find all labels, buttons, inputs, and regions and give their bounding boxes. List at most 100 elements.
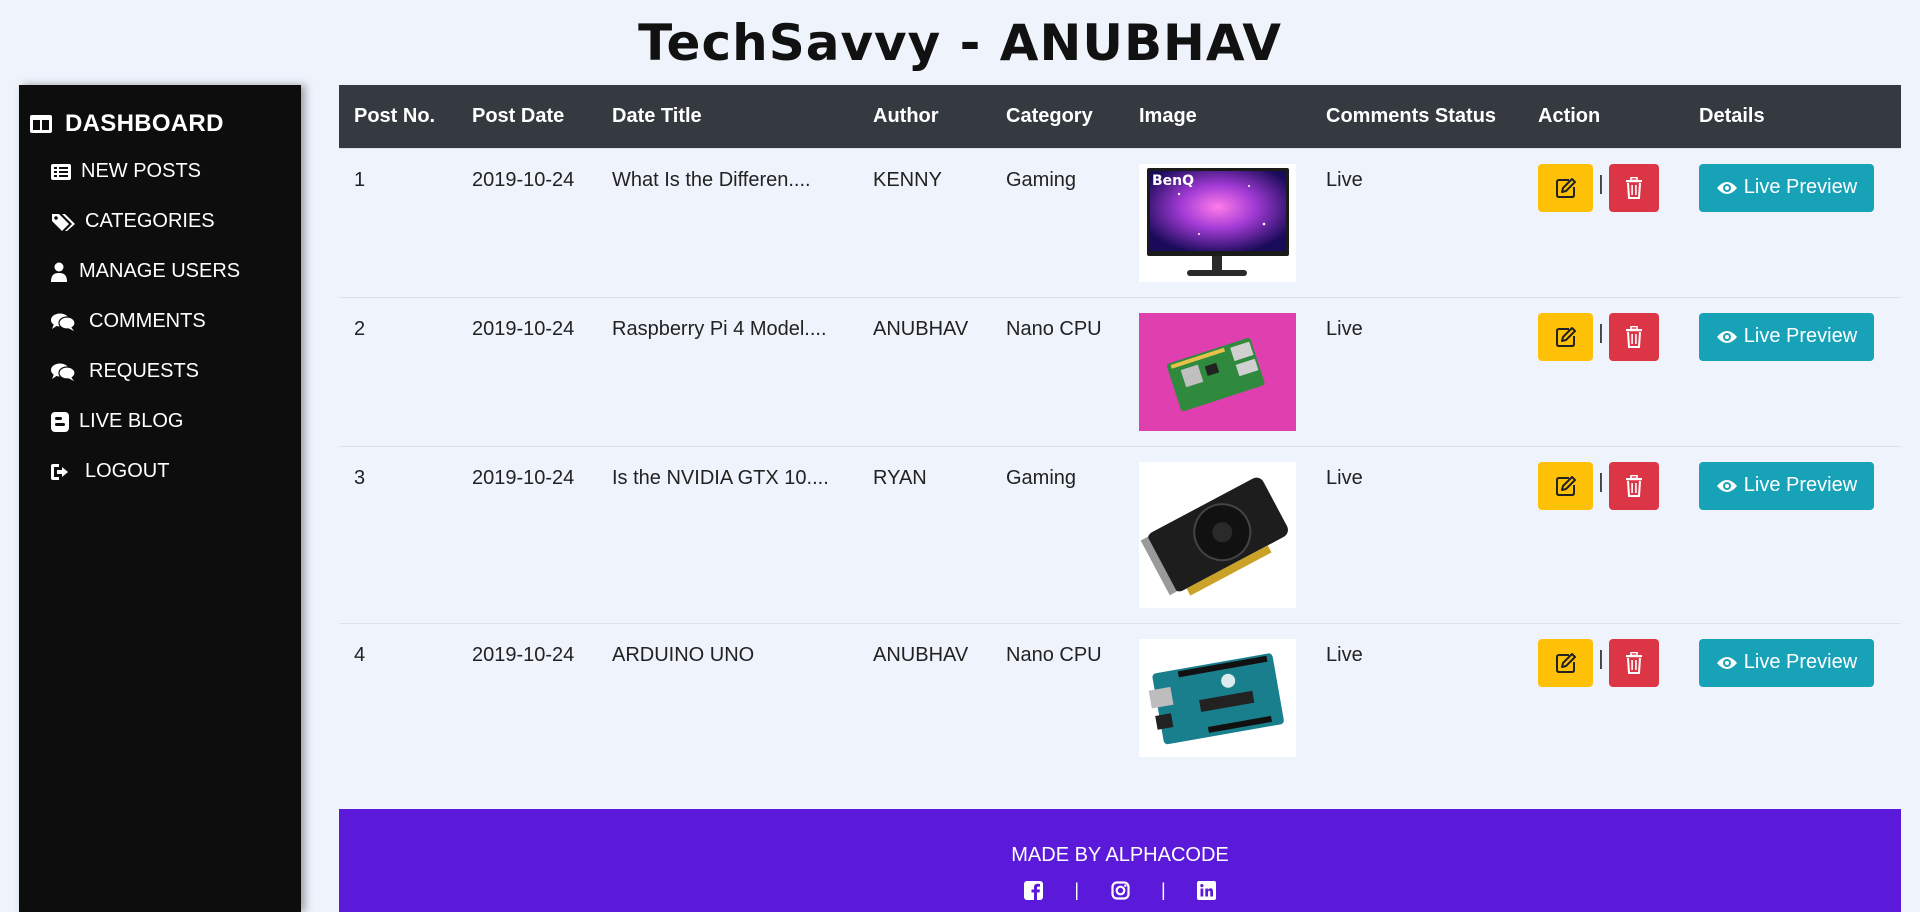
edit-icon: [1555, 652, 1576, 673]
post-category: Nano CPU: [991, 296, 1124, 446]
table-row: 4 2019-10-24 ARDUINO UNO ANUBHAV Nano CP…: [339, 622, 1901, 772]
post-title: ARDUINO UNO: [597, 622, 858, 772]
post-date: 2019-10-24: [457, 622, 597, 772]
post-number: 3: [339, 445, 457, 623]
tags-icon: [51, 211, 81, 233]
edit-button[interactable]: [1538, 163, 1593, 212]
footer-credit: MADE BY ALPHACODE: [1011, 844, 1229, 866]
table-header-row: Post No. Post Date Date Title Author Cat…: [339, 85, 1901, 148]
sidebar-item-label: LIVE BLOG: [79, 410, 184, 432]
eye-icon: [1716, 181, 1737, 194]
instagram-icon[interactable]: [1109, 879, 1131, 901]
table-row: 2 2019-10-24 Raspberry Pi 4 Model.... AN…: [339, 296, 1901, 446]
post-number: 1: [339, 147, 457, 297]
post-number: 4: [339, 622, 457, 772]
facebook-icon[interactable]: [1022, 879, 1044, 901]
sidebar-item-label: NEW POSTS: [81, 160, 202, 182]
live-preview-button[interactable]: Live Preview: [1699, 638, 1874, 687]
post-image-cell: [1124, 296, 1311, 446]
comments-status: Live: [1311, 622, 1523, 772]
actions-cell: |: [1523, 622, 1684, 772]
post-author: KENNY: [858, 147, 991, 297]
action-separator: |: [1598, 321, 1604, 344]
comments-icon: [51, 311, 85, 333]
live-preview-button[interactable]: Live Preview: [1699, 461, 1874, 510]
user-icon: [51, 261, 75, 283]
column-header: Comments Status: [1326, 104, 1497, 127]
delete-button[interactable]: [1609, 638, 1659, 687]
column-header: Image: [1139, 104, 1197, 127]
column-header: Details: [1699, 104, 1765, 127]
delete-button[interactable]: [1609, 312, 1659, 361]
eye-icon: [1716, 479, 1737, 492]
column-header: Date Title: [612, 104, 702, 127]
column-header: Category: [1006, 104, 1093, 127]
edit-icon: [1555, 177, 1576, 198]
live-preview-button[interactable]: Live Preview: [1699, 312, 1874, 361]
post-image-cell: [1124, 622, 1311, 772]
comments-status: Live: [1311, 147, 1523, 297]
trash-icon: [1626, 176, 1642, 199]
post-category: Nano CPU: [991, 622, 1124, 772]
sidebar-item-label: REQUESTS: [89, 360, 200, 382]
live-preview-label: Live Preview: [1743, 474, 1858, 496]
sidebar: DASHBOARD NEW POSTS CATEGORIES MANAGE US…: [19, 85, 301, 912]
footer: MADE BY ALPHACODE | |: [339, 809, 1901, 912]
details-cell: Live Preview: [1684, 445, 1901, 623]
post-image-cell: [1124, 445, 1311, 623]
details-cell: Live Preview: [1684, 296, 1901, 446]
sidebar-item-live-blog[interactable]: LIVE BLOG: [51, 410, 184, 433]
post-number: 2: [339, 296, 457, 446]
post-author: ANUBHAV: [858, 622, 991, 772]
linkedin-icon[interactable]: [1196, 879, 1218, 901]
sidebar-item-manage-users[interactable]: MANAGE USERS: [51, 260, 240, 283]
sidebar-item-logout[interactable]: LOGOUT: [51, 460, 169, 483]
action-separator: |: [1598, 172, 1604, 195]
actions-cell: |: [1523, 445, 1684, 623]
sidebar-item-label: MANAGE USERS: [79, 260, 241, 282]
table-row: 1 2019-10-24 What Is the Differen.... KE…: [339, 147, 1901, 297]
eye-icon: [1716, 330, 1737, 343]
edit-icon: [1555, 326, 1576, 347]
sidebar-item-new-posts[interactable]: NEW POSTS: [51, 160, 201, 183]
live-preview-button[interactable]: Live Preview: [1699, 163, 1874, 212]
live-preview-label: Live Preview: [1743, 325, 1858, 347]
page-title: TechSavvy - ANUBHAV: [638, 14, 1282, 72]
eye-icon: [1716, 656, 1737, 669]
sidebar-item-comments[interactable]: COMMENTS: [51, 310, 206, 333]
trash-icon: [1626, 474, 1642, 497]
actions-cell: |: [1523, 296, 1684, 446]
sidebar-dashboard-link[interactable]: DASHBOARD: [29, 110, 224, 138]
post-title: Raspberry Pi 4 Model....: [597, 296, 858, 446]
post-date: 2019-10-24: [457, 296, 597, 446]
details-cell: Live Preview: [1684, 147, 1901, 297]
columns-icon: [30, 115, 52, 133]
post-category: Gaming: [991, 445, 1124, 623]
table-row: 3 2019-10-24 Is the NVIDIA GTX 10.... RY…: [339, 445, 1901, 623]
edit-button[interactable]: [1538, 312, 1593, 361]
sign-out-icon: [51, 461, 81, 483]
column-header: Post Date: [472, 104, 565, 127]
blog-icon: [51, 411, 75, 433]
sidebar-item-label: COMMENTS: [89, 310, 206, 332]
delete-button[interactable]: [1609, 163, 1659, 212]
sidebar-item-requests[interactable]: REQUESTS: [51, 360, 199, 383]
column-header: Post No.: [354, 104, 436, 127]
delete-button[interactable]: [1609, 461, 1659, 510]
sidebar-item-label: LOGOUT: [85, 460, 170, 482]
post-title: Is the NVIDIA GTX 10....: [597, 445, 858, 623]
post-author: ANUBHAV: [858, 296, 991, 446]
post-image-monitor: BenQ: [1139, 163, 1296, 282]
edit-icon: [1555, 475, 1576, 496]
edit-button[interactable]: [1538, 638, 1593, 687]
column-header: Author: [873, 104, 939, 127]
edit-button[interactable]: [1538, 461, 1593, 510]
post-category: Gaming: [991, 147, 1124, 297]
social-links: | |: [339, 879, 1901, 901]
sidebar-item-categories[interactable]: CATEGORIES: [51, 210, 215, 233]
post-author: RYAN: [858, 445, 991, 623]
post-image-graphics-card: [1139, 461, 1296, 608]
post-image-cell: BenQ: [1124, 147, 1311, 297]
monitor-logo-text: BenQ: [1152, 173, 1194, 189]
social-separator: |: [1074, 879, 1079, 900]
